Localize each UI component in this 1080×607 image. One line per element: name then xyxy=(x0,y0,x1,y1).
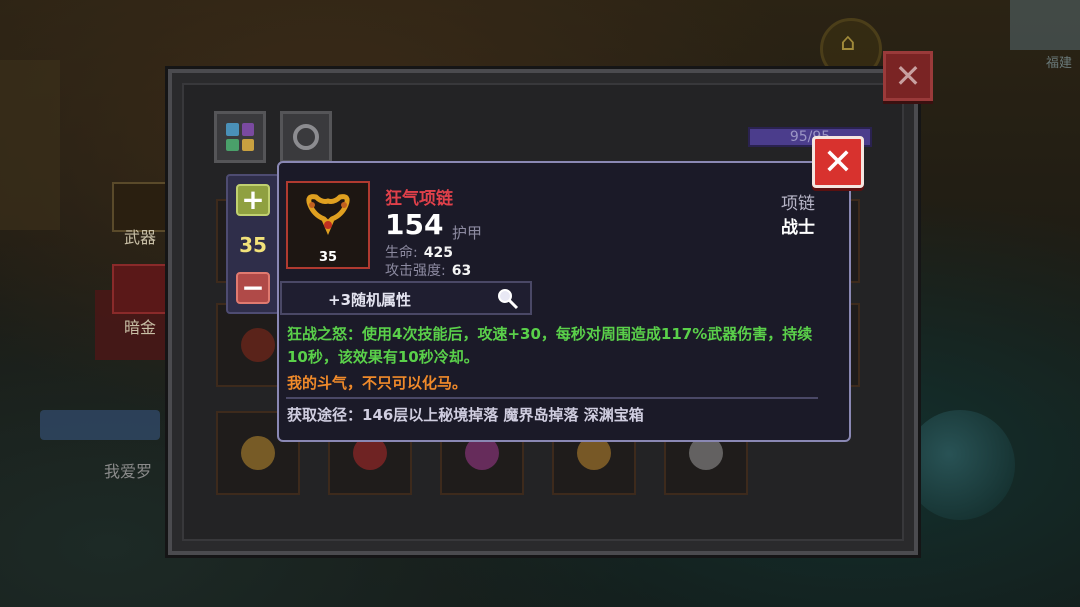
stat-value: 425 xyxy=(423,245,453,261)
stat-key: 攻击强度: xyxy=(385,263,446,279)
weapon-side-label: 武器 xyxy=(123,228,156,247)
armor-label: 护甲 xyxy=(452,224,483,242)
accessories-tab-button[interactable] xyxy=(280,111,332,163)
necklace-item-icon xyxy=(241,328,275,362)
dark-gold-side-button[interactable] xyxy=(112,264,172,314)
stat-value: 63 xyxy=(451,263,472,279)
random-attribute-bar[interactable]: +3随机属性 xyxy=(280,281,532,315)
magnifier-icon[interactable] xyxy=(496,287,520,311)
item-icon-frame: 35 xyxy=(286,181,370,269)
item-name: 狂气项链 xyxy=(385,189,453,209)
necklace-icon xyxy=(306,194,350,235)
item-type: 项链 xyxy=(781,194,815,214)
grid-bag-icon xyxy=(226,123,254,151)
player-name: 我爱罗 xyxy=(104,462,153,481)
level-value: 35 xyxy=(239,233,267,257)
necklace-item-icon xyxy=(241,436,275,470)
background-pillar xyxy=(0,60,60,230)
background-sphere xyxy=(905,410,1015,520)
level-adjuster: + 35 − xyxy=(226,174,280,314)
item-class: 战士 xyxy=(781,218,815,238)
item-effect-text: 狂战之怒：使用4次技能后，攻速+30，每秒对周围造成117%武器伤害，持续10秒… xyxy=(287,325,813,366)
level-plus-button[interactable]: + xyxy=(236,184,270,216)
stat-row: 攻击强度: 63 xyxy=(385,260,471,280)
dark-gold-side-label: 暗金 xyxy=(123,318,156,337)
background-water xyxy=(40,410,160,440)
location-label: 福建 xyxy=(1045,56,1072,71)
armor-value: 154 xyxy=(385,208,444,241)
random-attribute-label: +3随机属性 xyxy=(328,291,412,309)
item-source-text: 获取途径：146层以上秘境掉落 魔界岛掉落 深渊宝箱 xyxy=(287,406,644,424)
tooltip-divider xyxy=(286,397,818,399)
stat-row: 生命: 425 xyxy=(385,242,453,262)
home-icon: ⌂ xyxy=(840,28,856,56)
background-crystal xyxy=(1010,0,1080,50)
close-window-button[interactable]: ✕ xyxy=(883,51,933,101)
close-tooltip-button[interactable]: ✕ xyxy=(812,136,864,188)
item-flavor-text: 我的斗气，不只可以化马。 xyxy=(287,374,468,392)
bag-tab-button[interactable] xyxy=(214,111,266,163)
item-level: 35 xyxy=(318,250,338,265)
stat-key: 生命: xyxy=(385,245,418,261)
ring-icon xyxy=(293,124,319,150)
level-minus-button[interactable]: − xyxy=(236,272,270,304)
